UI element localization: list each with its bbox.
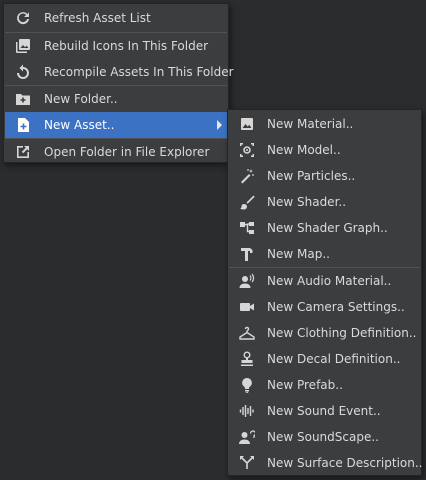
submenu-item-new-prefab[interactable]: New Prefab..	[229, 372, 420, 398]
menu-item-label: Refresh Asset List	[44, 11, 151, 25]
refresh-icon	[15, 10, 31, 26]
menu-item-recompile-assets[interactable]: Recompile Assets In This Folder	[5, 59, 234, 85]
magic-wand-icon	[239, 168, 255, 184]
model-icon	[239, 142, 255, 158]
person-sound-icon	[239, 429, 255, 445]
menu-item-label: New Model..	[267, 143, 341, 157]
menu-item-label: New SoundScape..	[267, 430, 379, 444]
menu-item-label: Rebuild Icons In This Folder	[44, 39, 209, 53]
submenu-item-new-particles[interactable]: New Particles..	[229, 163, 420, 189]
hanger-icon	[239, 325, 255, 341]
submenu-item-new-shader[interactable]: New Shader..	[229, 189, 420, 215]
recompile-icon	[15, 64, 31, 80]
new-file-icon	[15, 117, 31, 133]
waveform-icon	[239, 403, 255, 419]
menu-item-label: New Asset..	[44, 118, 115, 132]
submenu-item-new-surface-description[interactable]: New Surface Description..	[229, 450, 423, 476]
chevron-right-icon	[217, 120, 222, 130]
submenu-item-new-material[interactable]: New Material..	[229, 111, 420, 137]
menu-item-label: New Audio Material..	[267, 274, 392, 288]
submenu-item-new-map[interactable]: New Map..	[229, 241, 420, 267]
menu-item-new-asset[interactable]: New Asset..	[5, 112, 227, 138]
lightbulb-icon	[239, 377, 255, 393]
audio-person-icon	[239, 273, 255, 289]
submenu-item-new-camera-settings[interactable]: New Camera Settings..	[229, 294, 420, 320]
hammer-icon	[239, 246, 255, 262]
menu-item-label: New Folder..	[44, 92, 118, 106]
merge-icon	[239, 455, 255, 471]
menu-item-label: New Decal Definition..	[267, 352, 401, 366]
menu-item-label: New Particles..	[267, 169, 356, 183]
menu-item-open-folder-explorer[interactable]: Open Folder in File Explorer	[5, 139, 227, 165]
image-stack-icon	[15, 38, 31, 54]
submenu-item-new-shader-graph[interactable]: New Shader Graph..	[229, 215, 420, 241]
submenu-item-new-audio-material[interactable]: New Audio Material..	[229, 268, 420, 294]
open-external-icon	[15, 144, 31, 160]
menu-item-new-folder[interactable]: New Folder..	[5, 86, 227, 112]
menu-item-label: New Camera Settings..	[267, 300, 405, 314]
menu-item-label: New Shader Graph..	[267, 221, 388, 235]
submenu-item-new-soundscape[interactable]: New SoundScape..	[229, 424, 420, 450]
image-icon	[239, 116, 255, 132]
stamp-icon	[239, 351, 255, 367]
context-menu: Refresh Asset List Rebuild Icons In This…	[3, 3, 234, 165]
menu-item-label: New Surface Description..	[267, 456, 423, 470]
video-camera-icon	[239, 299, 255, 315]
menu-item-rebuild-icons[interactable]: Rebuild Icons In This Folder	[5, 33, 227, 59]
menu-item-label: New Clothing Definition..	[267, 326, 417, 340]
menu-item-refresh-asset-list[interactable]: Refresh Asset List	[5, 5, 227, 31]
submenu-item-new-decal-definition[interactable]: New Decal Definition..	[229, 346, 420, 372]
brush-icon	[239, 194, 255, 210]
submenu-item-new-clothing-definition[interactable]: New Clothing Definition..	[229, 320, 420, 346]
menu-item-label: Open Folder in File Explorer	[44, 145, 210, 159]
menu-item-label: Recompile Assets In This Folder	[44, 65, 234, 79]
menu-item-label: New Shader..	[267, 195, 347, 209]
submenu-item-new-sound-event[interactable]: New Sound Event..	[229, 398, 420, 424]
submenu-item-new-model[interactable]: New Model..	[229, 137, 420, 163]
menu-item-label: New Prefab..	[267, 378, 343, 392]
menu-item-label: New Map..	[267, 247, 330, 261]
menu-item-label: New Sound Event..	[267, 404, 381, 418]
graph-icon	[239, 220, 255, 236]
new-folder-icon	[15, 91, 31, 107]
menu-item-label: New Material..	[267, 117, 354, 131]
new-asset-submenu: New Material.. New Model.. New Particles…	[227, 109, 423, 476]
